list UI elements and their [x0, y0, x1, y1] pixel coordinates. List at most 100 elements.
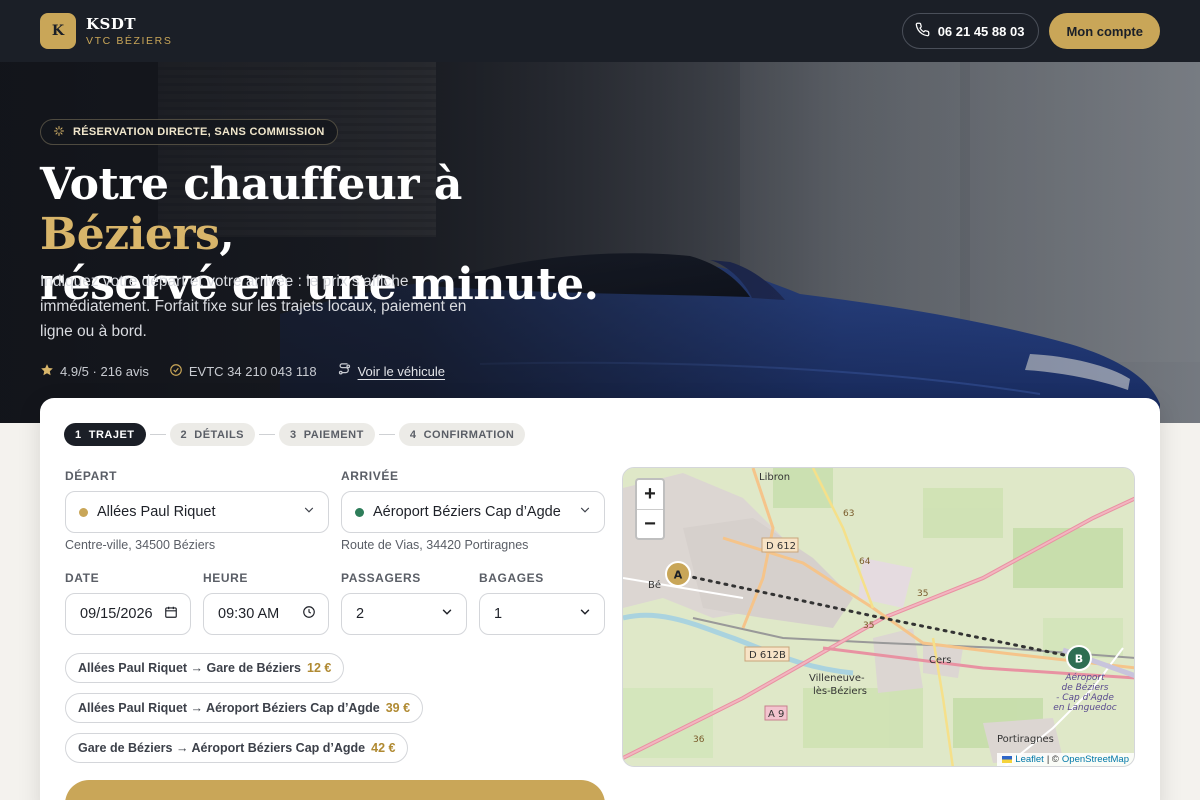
rating: 4.9/5 · 216 avis	[40, 363, 149, 380]
svg-text:36: 36	[693, 735, 705, 745]
passengers-select[interactable]: 2	[341, 593, 467, 635]
map-attribution: Leaflet | © OpenStreetMap	[997, 753, 1134, 766]
departure-value: Allées Paul Riquet	[97, 504, 216, 520]
map-zoom-control: + −	[635, 478, 665, 540]
svg-text:64: 64	[859, 557, 871, 567]
arrival-value: Aéroport Béziers Cap d’Agde	[373, 504, 561, 520]
booking-card: 1 TRAJET 2 DÉTAILS 3 PAIEMENT 4 CONFIRMA…	[40, 398, 1160, 800]
title-text: Votre chauffeur à	[40, 159, 462, 210]
svg-text:63: 63	[843, 509, 854, 519]
zoom-in-button[interactable]: +	[637, 480, 663, 509]
map-tiles: D 612 D 612B A 9 Libron Bé Cers Villeneu…	[623, 468, 1134, 766]
map-label-airport: de Béziers	[1062, 682, 1109, 693]
step-confirmation[interactable]: 4 CONFIRMATION	[398, 423, 526, 446]
passengers-label: PASSAGERS	[341, 571, 421, 585]
chevron-down-icon	[578, 503, 592, 521]
calendar-icon[interactable]	[164, 605, 178, 623]
booking-steps: 1 TRAJET 2 DÉTAILS 3 PAIEMENT 4 CONFIRMA…	[64, 423, 526, 446]
map-label-villeneuve: Villeneuve-	[809, 673, 865, 684]
map-label-a9: A 9	[768, 709, 784, 720]
map-label-beziers: Bé	[648, 579, 661, 591]
openstreetmap-link[interactable]: OpenStreetMap	[1062, 754, 1129, 765]
car-icon	[337, 362, 352, 380]
brand-tagline: VTC BÉZIERS	[86, 34, 173, 47]
flag-icon	[1002, 756, 1013, 763]
chevron-down-icon	[440, 605, 454, 623]
departure-label: DÉPART	[65, 469, 118, 483]
account-button[interactable]: Mon compte	[1049, 13, 1160, 49]
chevron-down-icon	[302, 503, 316, 521]
clock-icon[interactable]	[302, 605, 316, 623]
step-divider	[149, 434, 166, 435]
phone-button[interactable]: 06 21 45 88 03	[901, 13, 1040, 49]
license: EVTC 34 210 043 118	[169, 363, 317, 380]
continue-button[interactable]	[65, 780, 605, 800]
chevron-down-icon	[578, 605, 592, 623]
phone-icon	[915, 22, 930, 40]
svg-text:B: B	[1075, 653, 1083, 666]
hero-section: RÉSERVATION DIRECTE, SANS COMMISSION Vot…	[0, 62, 1200, 423]
title-text: ,	[219, 209, 235, 260]
brand[interactable]: KSDT VTC BÉZIERS	[86, 16, 172, 47]
departure-address: Centre-ville, 34500 Béziers	[65, 538, 216, 552]
map-label-libron: Libron	[759, 472, 790, 483]
attribution-separator: | ©	[1046, 754, 1059, 765]
quick-route-price: 39 €	[385, 701, 411, 715]
map-label-d612b: D 612B	[749, 650, 786, 661]
marker-a-icon[interactable]: A	[665, 561, 691, 587]
quick-route-text: Allées Paul Riquet → Gare de Béziers	[78, 661, 301, 675]
top-navbar: K KSDT VTC BÉZIERS 06 21 45 88 03 Mon co…	[0, 0, 1200, 62]
map-label-airport: Aéroport	[1064, 672, 1105, 683]
arrival-label: ARRIVÉE	[341, 469, 399, 483]
arrival-select[interactable]: Aéroport Béziers Cap d’Agde	[341, 491, 605, 533]
svg-text:A: A	[674, 569, 683, 582]
step-details[interactable]: 2 DÉTAILS	[169, 423, 256, 446]
vehicle-link-text[interactable]: Voir le véhicule	[358, 364, 445, 379]
star-icon	[40, 363, 54, 380]
commission-badge: RÉSERVATION DIRECTE, SANS COMMISSION	[40, 119, 338, 145]
svg-text:35: 35	[917, 589, 928, 599]
luggage-select[interactable]: 1	[479, 593, 605, 635]
step-paiement[interactable]: 3 PAIEMENT	[279, 423, 375, 446]
brand-name: KSDT	[86, 14, 137, 33]
departure-select[interactable]: Allées Paul Riquet	[65, 491, 329, 533]
date-input[interactable]: 09/15/2026	[65, 593, 191, 635]
time-label: HEURE	[203, 571, 249, 585]
quick-route-text: Gare de Béziers → Aéroport Béziers Cap d…	[78, 741, 366, 755]
leaflet-link[interactable]: Leaflet	[1015, 754, 1044, 765]
marker-b-icon[interactable]: B	[1066, 645, 1092, 671]
step-trajet[interactable]: 1 TRAJET	[64, 423, 146, 446]
license-text: EVTC 34 210 043 118	[188, 363, 317, 379]
luggage-value: 1	[494, 606, 503, 622]
departure-dot-icon	[79, 507, 88, 517]
logo-icon[interactable]: K	[40, 13, 76, 49]
quick-route-chip[interactable]: Allées Paul Riquet → Aéroport Béziers Ca…	[65, 693, 424, 723]
quick-route-price: 42 €	[371, 741, 396, 755]
title-accent: Béziers	[40, 209, 220, 260]
date-label: DATE	[65, 571, 100, 585]
map-label-villeneuve: lès-Béziers	[813, 685, 867, 697]
quick-route-text: Allées Paul Riquet → Aéroport Béziers Ca…	[78, 701, 380, 715]
svg-text:35: 35	[863, 621, 874, 631]
map-label-airport: en Languedoc	[1053, 703, 1117, 713]
quick-route-chip[interactable]: Gare de Béziers → Aéroport Béziers Cap d…	[65, 733, 409, 763]
step-divider	[259, 434, 276, 435]
time-input[interactable]: 09:30 AM	[203, 593, 329, 635]
hero-description: Indiquez votre départ et votre arrivée :…	[40, 273, 467, 340]
vehicle-link[interactable]: Voir le véhicule	[337, 362, 445, 380]
route-map[interactable]: D 612 D 612B A 9 Libron Bé Cers Villeneu…	[622, 467, 1135, 767]
hero-stats: 4.9/5 · 216 avis EVTC 34 210 043 118 Voi…	[40, 362, 445, 380]
date-value: 09/15/2026	[80, 606, 153, 622]
quick-route-chip[interactable]: Allées Paul Riquet → Gare de Béziers 12 …	[65, 653, 345, 683]
luggage-label: BAGAGES	[479, 571, 544, 585]
verified-icon	[169, 363, 183, 380]
phone-number: 06 21 45 88 03	[937, 23, 1025, 39]
step-divider	[378, 434, 395, 435]
map-label-airport: - Cap d'Agde	[1056, 693, 1114, 703]
sparkle-icon	[53, 125, 65, 140]
quick-route-price: 12 €	[307, 661, 332, 675]
map-label-cers: Cers	[929, 655, 951, 666]
map-label-d612: D 612	[766, 541, 796, 552]
badge-text: RÉSERVATION DIRECTE, SANS COMMISSION	[73, 126, 325, 138]
zoom-out-button[interactable]: −	[637, 509, 663, 538]
